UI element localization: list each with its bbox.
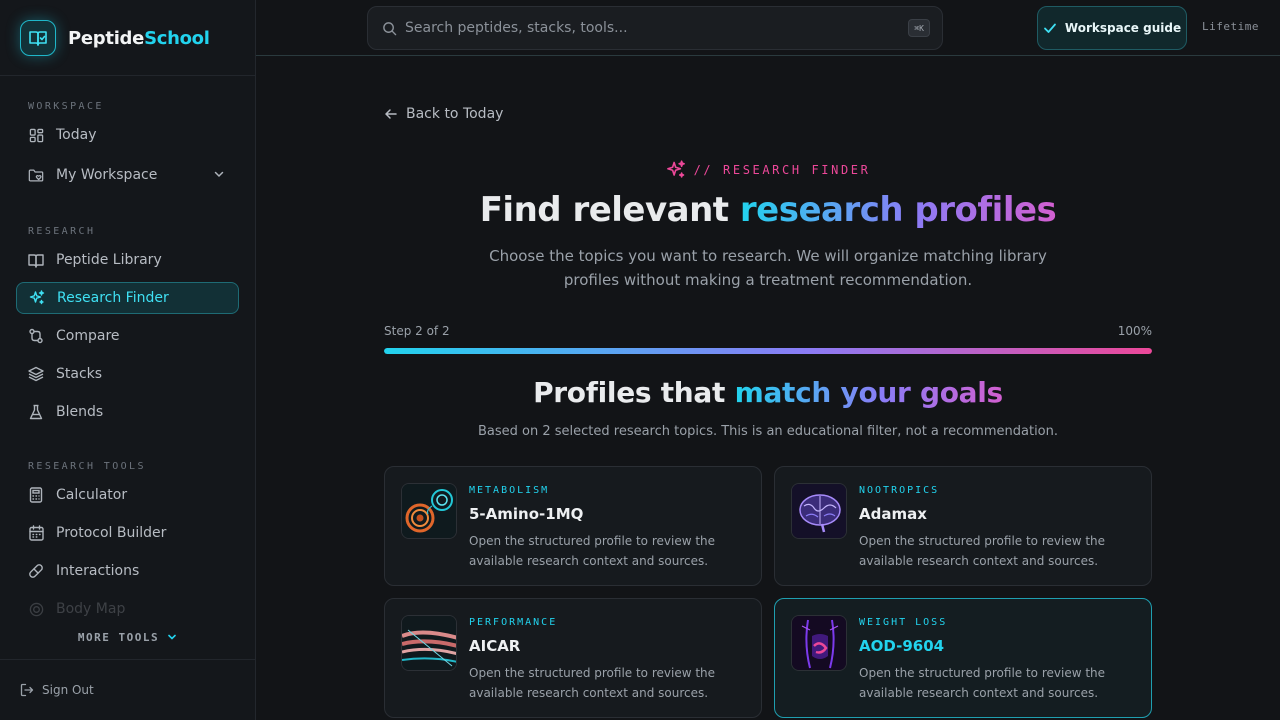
- profile-name: 5-Amino-1MQ: [469, 505, 584, 523]
- plan-badge: Lifetime: [1202, 20, 1259, 33]
- sidebar-item-protocol-builder[interactable]: Protocol Builder: [16, 517, 239, 549]
- workspace-guide-label: Workspace guide: [1064, 21, 1182, 35]
- sidebar-item-interactions[interactable]: Interactions: [16, 555, 239, 587]
- profile-card[interactable]: PERFORMANCE AICAR Open the structured pr…: [384, 598, 762, 718]
- sidebar-item-label: Peptide Library: [56, 252, 162, 268]
- pill-icon: [28, 563, 44, 579]
- sidebar-item-label: Today: [56, 127, 97, 143]
- section-label-research: RESEARCH: [28, 226, 96, 237]
- results-title-plain: Profiles that: [533, 376, 735, 409]
- search-input[interactable]: [405, 20, 885, 36]
- sidebar-item-my-workspace[interactable]: My Workspace: [16, 159, 239, 191]
- check-icon: [1044, 23, 1056, 33]
- workspace-guide-button[interactable]: Workspace guide: [1037, 6, 1187, 50]
- sidebar-item-compare[interactable]: Compare: [16, 320, 239, 352]
- sidebar-item-label: Calculator: [56, 487, 128, 503]
- divider: [0, 75, 255, 76]
- folder-heart-icon: [28, 167, 44, 183]
- page-title: Find relevant research profiles: [384, 190, 1152, 230]
- sidebar-item-label: Protocol Builder: [56, 525, 167, 541]
- sidebar-item-label: Stacks: [56, 366, 103, 382]
- sidebar-item-label: Blends: [56, 404, 104, 420]
- arrow-left-icon: [385, 109, 397, 119]
- eyebrow: // RESEARCH FINDER: [384, 160, 1152, 180]
- top-bar: ⌘K Workspace guide Lifetime: [256, 0, 1280, 56]
- progress-fill: [384, 348, 1152, 354]
- log-out-icon: [20, 683, 34, 697]
- sidebar-item-body-map[interactable]: Body Map: [16, 593, 239, 625]
- calculator-icon: [28, 487, 44, 503]
- sidebar-item-peptide-library[interactable]: Peptide Library: [16, 244, 239, 276]
- chevron-down-icon: [168, 634, 176, 640]
- sign-out-label: Sign Out: [42, 683, 94, 697]
- target-icon: [28, 601, 44, 617]
- profile-name: AICAR: [469, 637, 521, 655]
- chevron-down-icon[interactable]: [213, 168, 225, 184]
- divider: [0, 659, 255, 660]
- sidebar-item-calculator[interactable]: Calculator: [16, 479, 239, 511]
- profile-name: AOD-9604: [859, 637, 945, 655]
- sidebar-item-label: Body Map: [56, 601, 126, 617]
- sidebar-item-stacks[interactable]: Stacks: [16, 358, 239, 390]
- page-title-plain: Find relevant: [479, 190, 740, 230]
- sparkles-icon: [666, 160, 685, 178]
- brand-name-part2: School: [144, 27, 210, 49]
- book-open-icon: [28, 252, 44, 268]
- step-percent: 100%: [1117, 324, 1152, 338]
- search-bar[interactable]: ⌘K: [367, 6, 943, 50]
- sidebar-item-research-finder[interactable]: Research Finder: [16, 282, 239, 314]
- results-subtitle: Based on 2 selected research topics. Thi…: [477, 424, 1059, 439]
- brand-name: PeptideSchool: [68, 28, 210, 49]
- sparkles-icon: [29, 290, 45, 306]
- keyboard-shortcut-badge: ⌘K: [908, 19, 930, 37]
- sidebar: PeptideSchool WORKSPACE Today My Workspa…: [0, 0, 256, 720]
- more-tools-label: MORE TOOLS: [77, 630, 160, 644]
- results-title: Profiles that match your goals: [384, 376, 1152, 409]
- sidebar-item-label: My Workspace: [56, 167, 158, 183]
- back-link-label: Back to Today: [406, 106, 504, 122]
- back-link[interactable]: Back to Today: [384, 104, 503, 124]
- profile-thumbnail: [791, 615, 847, 671]
- section-label-tools: RESEARCH TOOLS: [28, 461, 146, 472]
- page-title-accent: research profiles: [739, 190, 1057, 230]
- search-icon: [383, 21, 397, 35]
- profile-description: Open the structured profile to review th…: [469, 666, 716, 700]
- profile-thumbnail: [401, 483, 457, 539]
- profile-thumbnail: [791, 483, 847, 539]
- book-logo-icon: [20, 20, 56, 56]
- grid-icon: [28, 127, 44, 143]
- profile-category: NOOTROPICS: [859, 485, 940, 496]
- sidebar-item-label: Interactions: [56, 563, 140, 579]
- profile-description: Open the structured profile to review th…: [859, 534, 1106, 568]
- profile-category: PERFORMANCE: [469, 617, 558, 628]
- more-tools-button[interactable]: MORE TOOLS: [0, 628, 255, 646]
- section-label-workspace: WORKSPACE: [28, 101, 104, 112]
- calendar-icon: [28, 525, 44, 541]
- profile-description: Open the structured profile to review th…: [469, 534, 716, 568]
- sidebar-item-today[interactable]: Today: [16, 119, 239, 151]
- profile-description: Open the structured profile to review th…: [859, 666, 1106, 700]
- git-compare-icon: [28, 328, 44, 344]
- profile-card[interactable]: NOOTROPICS Adamax Open the structured pr…: [774, 466, 1152, 586]
- profile-card-selected[interactable]: WEIGHT LOSS AOD-9604 Open the structured…: [774, 598, 1152, 718]
- layers-icon: [28, 366, 44, 382]
- sidebar-item-blends[interactable]: Blends: [16, 396, 239, 428]
- sidebar-item-label: Compare: [56, 328, 120, 344]
- brand-name-part1: Peptide: [68, 27, 145, 49]
- profile-name: Adamax: [859, 505, 927, 523]
- results-title-accent: match your goals: [734, 376, 1004, 409]
- page-subtitle: Choose the topics you want to research. …: [489, 247, 1047, 289]
- flask-icon: [28, 404, 44, 420]
- sign-out-button[interactable]: Sign Out: [20, 680, 94, 700]
- brand[interactable]: PeptideSchool: [20, 18, 210, 58]
- profile-category: METABOLISM: [469, 485, 550, 496]
- eyebrow-label: // RESEARCH FINDER: [693, 163, 871, 177]
- sidebar-item-label: Research Finder: [57, 290, 169, 306]
- profile-thumbnail: [401, 615, 457, 671]
- step-label: Step 2 of 2: [384, 324, 450, 338]
- profile-card[interactable]: METABOLISM 5-Amino-1MQ Open the structur…: [384, 466, 762, 586]
- progress-bar: [384, 348, 1152, 354]
- profile-category: WEIGHT LOSS: [859, 617, 948, 628]
